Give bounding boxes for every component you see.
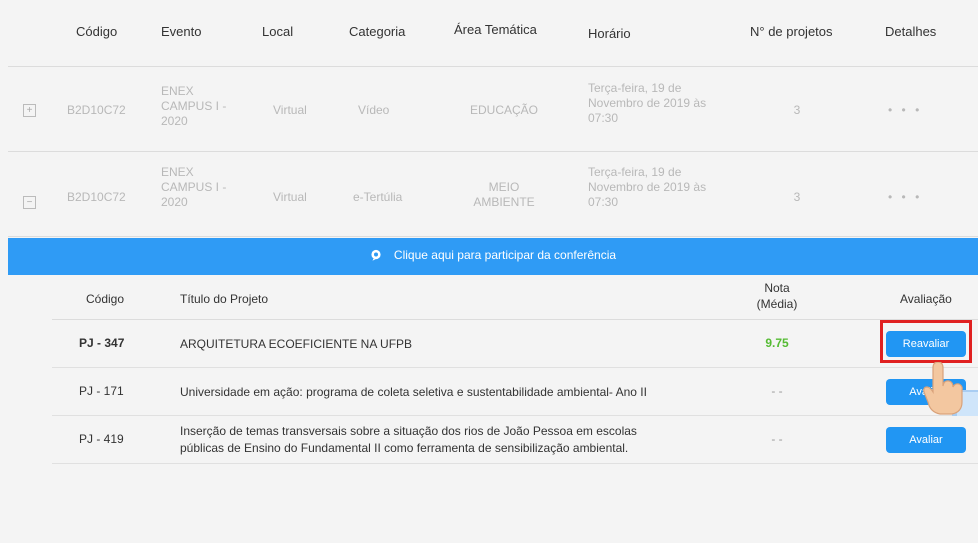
event-row: + B2D10C72 ENEX CAMPUS I - 2020 Virtual … bbox=[8, 67, 978, 152]
event-num-projetos: 3 bbox=[793, 190, 801, 204]
project-title-line: Inserção de temas transversais sobre a s… bbox=[180, 424, 637, 438]
header-nota-line: Nota bbox=[764, 281, 790, 295]
collapse-toggle-icon[interactable]: − bbox=[23, 196, 36, 209]
project-codigo: PJ - 171 bbox=[79, 384, 124, 398]
event-name-line: 2020 bbox=[161, 114, 188, 128]
project-title: ARQUITETURA ECOEFICIENTE NA UFPB bbox=[180, 336, 700, 353]
project-title-line: públicas de Ensino do Fundamental II com… bbox=[180, 441, 629, 455]
header-project-nota: Nota (Média) bbox=[752, 280, 802, 312]
event-codigo: B2D10C72 bbox=[67, 103, 126, 117]
event-name: ENEX CAMPUS I - 2020 bbox=[161, 84, 226, 129]
event-name-line: ENEX bbox=[161, 84, 194, 98]
event-local: Virtual bbox=[273, 190, 307, 204]
pointing-hand-icon bbox=[923, 362, 978, 416]
more-options-icon[interactable]: • • • bbox=[888, 103, 922, 118]
header-project-codigo: Código bbox=[86, 292, 125, 306]
event-horario-line: Terça-feira, 19 de bbox=[588, 165, 682, 179]
event-area-line: AMBIENTE bbox=[473, 195, 535, 209]
event-name-line: ENEX bbox=[161, 165, 194, 179]
project-row: PJ - 171 Universidade em ação: programa … bbox=[52, 368, 978, 416]
project-row: PJ - 419 Inserção de temas transversais … bbox=[52, 416, 978, 464]
event-horario: Terça-feira, 19 de Novembro de 2019 às 0… bbox=[588, 165, 706, 210]
event-num-projetos: 3 bbox=[793, 103, 801, 117]
header-codigo: Código bbox=[76, 24, 118, 39]
event-name: ENEX CAMPUS I - 2020 bbox=[161, 165, 226, 210]
conference-link-text[interactable]: Clique aqui para participar da conferênc… bbox=[394, 248, 616, 262]
project-title: Universidade em ação: programa de coleta… bbox=[180, 384, 740, 401]
project-nota: - - bbox=[771, 384, 783, 398]
project-codigo: PJ - 419 bbox=[79, 432, 124, 446]
conference-banner[interactable]: Clique aqui para participar da conferênc… bbox=[8, 238, 978, 275]
conference-banner-content: Clique aqui para participar da conferênc… bbox=[8, 248, 978, 262]
chat-bubble-icon bbox=[371, 249, 381, 261]
event-area-line: EDUCAÇÃO bbox=[469, 103, 538, 117]
header-num-projetos: N° de projetos bbox=[750, 24, 833, 39]
header-categoria: Categoria bbox=[349, 24, 406, 39]
project-codigo: PJ - 347 bbox=[79, 336, 125, 350]
event-horario-line: 07:30 bbox=[588, 111, 619, 125]
header-project-titulo: Título do Projeto bbox=[180, 292, 269, 306]
event-horario-line: Novembro de 2019 às bbox=[588, 180, 707, 194]
header-project-avaliacao: Avaliação bbox=[900, 292, 952, 306]
event-horario-line: Novembro de 2019 às bbox=[588, 96, 707, 110]
event-categoria: Vídeo bbox=[358, 103, 390, 117]
event-horario: Terça-feira, 19 de Novembro de 2019 às 0… bbox=[588, 81, 706, 126]
project-row: PJ - 347 ARQUITETURA ECOEFICIENTE NA UFP… bbox=[52, 320, 978, 368]
event-horario-line: 07:30 bbox=[588, 195, 619, 209]
event-name-line: 2020 bbox=[161, 195, 188, 209]
header-area-tematica: Área Temática bbox=[454, 22, 537, 37]
projects-table-header: Código Título do Projeto Nota (Média) Av… bbox=[52, 275, 978, 320]
event-area: MEIO AMBIENTE bbox=[454, 180, 554, 210]
event-row: − B2D10C72 ENEX CAMPUS I - 2020 Virtual … bbox=[8, 152, 978, 237]
header-nota-line: (Média) bbox=[756, 297, 798, 311]
event-area-line: MEIO bbox=[488, 180, 520, 194]
project-nota: - - bbox=[771, 432, 783, 446]
event-local: Virtual bbox=[273, 103, 307, 117]
event-horario-line: Terça-feira, 19 de bbox=[588, 81, 682, 95]
events-table-header: Código Evento Local Categoria Área Temát… bbox=[8, 0, 978, 67]
project-title: Inserção de temas transversais sobre a s… bbox=[180, 423, 740, 457]
expand-toggle-icon[interactable]: + bbox=[23, 104, 36, 117]
project-title-line: Universidade em ação: programa de coleta… bbox=[180, 385, 647, 399]
header-horario: Horário bbox=[588, 26, 631, 41]
project-title-line: ARQUITETURA ECOEFICIENTE NA UFPB bbox=[180, 337, 413, 351]
header-detalhes: Detalhes bbox=[885, 24, 937, 39]
event-name-line: CAMPUS I - bbox=[161, 180, 227, 194]
project-nota: 9.75 bbox=[765, 336, 789, 350]
header-local: Local bbox=[262, 24, 294, 39]
avaliar-button[interactable]: Avaliar bbox=[886, 427, 966, 453]
event-categoria: e-Tertúlia bbox=[353, 190, 403, 204]
header-evento: Evento bbox=[161, 24, 202, 39]
event-codigo: B2D10C72 bbox=[67, 190, 126, 204]
event-area: EDUCAÇÃO bbox=[454, 103, 554, 118]
highlight-frame bbox=[880, 320, 972, 363]
event-name-line: CAMPUS I - bbox=[161, 99, 227, 113]
more-options-icon[interactable]: • • • bbox=[888, 190, 922, 205]
